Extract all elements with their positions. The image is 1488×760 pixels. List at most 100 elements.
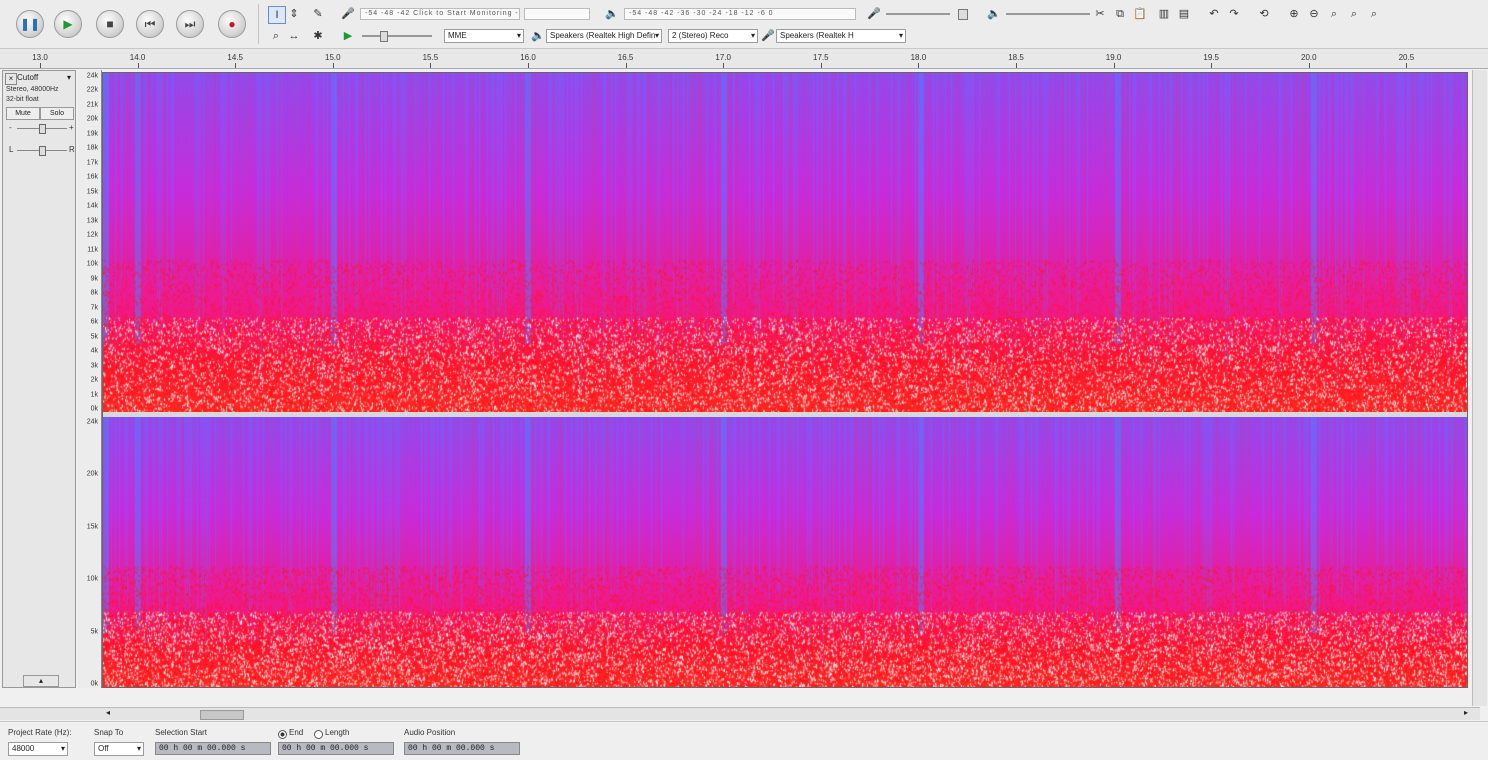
scroll-left-icon[interactable]: ◂ [106,708,110,717]
fit-project-button[interactable]: ⌕ [1346,6,1362,22]
zoom-out-button[interactable]: ⊖ [1306,6,1322,22]
collapse-track-button[interactable]: ▴ [23,675,59,687]
playback-volume-slider[interactable] [1006,13,1090,15]
record-icon: ● [228,17,236,31]
redo-button[interactable]: ↷ [1226,6,1242,22]
horizontal-scrollbar[interactable]: ◂ ▸ [0,707,1480,720]
scroll-right-icon[interactable]: ▸ [1464,708,1468,717]
playback-meter[interactable]: -54 -48 -42 -36 -30 -24 -18 -12 -6 0 [624,8,856,20]
ruler-tick-label: 14.5 [227,53,243,62]
skip-to-start-button[interactable]: ⏮ [136,10,164,38]
track-control-panel: × Cutoff ▾ Stereo, 48000Hz 32-bit float … [2,70,76,688]
frequency-tick-label: 5k [90,628,98,636]
selection-tool[interactable]: I [268,6,286,24]
ruler-tick-label: 19.0 [1105,53,1122,62]
timeline-ruler[interactable]: 13.0 14.0 14.5 15.0 15.5 16.0 16.5 17.0 17.5 18.0… [0,49,1488,69]
stop-button[interactable]: ■ [96,10,124,38]
zoom-toggle-button[interactable]: ⌕ [1366,6,1382,22]
ruler-tick-label: 15.0 [325,53,341,62]
timeshift-tool[interactable]: ↔ [286,28,302,44]
scissors-icon: ✂ [1095,8,1105,20]
spectrogram-view[interactable] [102,72,1468,688]
asterisk-icon: ✱ [313,30,323,42]
recording-device-select[interactable]: Speakers (Realtek H [776,29,906,43]
speaker-volume-icon: 🔈 [986,6,1002,22]
project-rate-select[interactable]: 48000 [8,742,68,756]
ruler-tick-label: 20.5 [1398,53,1415,62]
pause-button[interactable]: ❚❚ [16,10,44,38]
trim-button[interactable]: ▥ [1156,6,1172,22]
ruler-tick-label: 14.0 [129,53,146,62]
play-speed-slider[interactable] [362,35,432,37]
frequency-tick-label: 7k [90,304,98,312]
draw-tool[interactable]: ✎ [310,6,326,22]
track-close-button[interactable]: × [5,73,17,85]
selection-start-field[interactable]: 00 h 00 m 00.000 s [155,742,271,755]
frequency-tick-label: 20k [86,470,98,478]
pan-left-label: L [9,145,14,154]
vertical-scrollbar[interactable] [1472,70,1487,706]
speaker-icon: 🔈 [531,30,545,42]
undo-button[interactable]: ↶ [1206,6,1222,22]
audio-position-field[interactable]: 00 h 00 m 00.000 s [404,742,520,755]
play-speed-thumb[interactable] [380,31,388,42]
microphone-icon: 🎤 [867,8,881,20]
play-button[interactable]: ▶ [54,10,82,38]
output-device-icon: 🔈 [530,28,546,44]
ruler-tick-mark [430,63,432,68]
play-at-speed-button[interactable]: ▶ [340,28,356,44]
silence-button[interactable]: ▤ [1176,6,1192,22]
ruler-tick-label: 17.0 [715,53,731,62]
end-radio[interactable] [278,730,287,739]
audio-host-select[interactable]: MME [444,29,524,43]
record-button[interactable]: ● [218,10,246,38]
length-radio[interactable] [314,730,323,739]
ruler-tick-mark [723,63,725,68]
horizontal-scroll-thumb[interactable] [200,710,244,720]
sync-lock-button[interactable]: ⟲ [1256,6,1272,22]
length-label: Length [325,728,350,737]
audio-position-label: Audio Position [404,728,456,737]
recording-volume-thumb[interactable] [958,9,968,20]
record-meter[interactable]: -54 -48 -42 Click to Start Monitoring -1… [360,8,520,20]
gain-slider-thumb[interactable] [39,124,46,134]
frequency-tick-label: 10k [86,575,98,583]
zoom-in-button[interactable]: ⊕ [1286,6,1302,22]
record-meter-mic[interactable]: 🎤 [340,6,356,22]
envelope-icon: ⇕ [289,8,299,20]
track-name-menu[interactable]: Cutoff ▾ [17,73,73,83]
ruler-tick-label: 18.0 [910,53,927,62]
playback-device-select[interactable]: Speakers (Realtek High Defin [546,29,662,43]
ruler-tick-label: 19.5 [1203,53,1219,62]
silence-icon: ▤ [1178,8,1190,20]
solo-button[interactable]: Solo [40,107,74,120]
envelope-tool[interactable]: ⇕ [286,6,302,22]
recording-channels-select[interactable]: 2 (Stereo) Reco [668,29,758,43]
frequency-ruler[interactable]: 24k 22k 21k 20k 19k 18k 17k 16k 15k 14k 13k 12k 11k 1… [78,70,102,688]
pan-slider-thumb[interactable] [39,146,46,156]
frequency-tick-label: 4k [90,347,98,355]
spectrogram-left-channel[interactable] [103,73,1467,412]
copy-button[interactable]: ⧉ [1112,6,1128,22]
fit-selection-button[interactable]: ⌕ [1326,6,1342,22]
snap-to-label: Snap To [94,728,124,737]
play-meter-speaker[interactable]: 🔈 [604,6,620,22]
record-meter-tail[interactable] [524,8,590,20]
skip-to-end-button[interactable]: ⏭ [176,10,204,38]
recording-volume-slider[interactable] [886,13,950,15]
ruler-tick-mark [1016,63,1017,68]
frequency-tick-label: 0k [90,405,98,413]
selection-end-field[interactable]: 00 h 00 m 00.000 s [278,742,394,755]
ruler-tick-label: 17.5 [813,53,829,62]
snap-to-select[interactable]: Off [94,742,144,756]
spectrogram-right-channel[interactable] [103,417,1467,687]
paste-button[interactable]: 📋 [1132,6,1148,22]
cut-button[interactable]: ✂ [1092,6,1108,22]
microphone-icon: 🎤 [341,8,355,20]
track-format-info: 32-bit float [6,96,39,103]
zoom-tool[interactable]: ⌕ [268,28,284,44]
multi-tool[interactable]: ✱ [310,28,326,44]
stop-icon: ■ [106,17,114,31]
ruler-tick-mark [1406,63,1408,68]
mute-button[interactable]: Mute [6,107,40,120]
